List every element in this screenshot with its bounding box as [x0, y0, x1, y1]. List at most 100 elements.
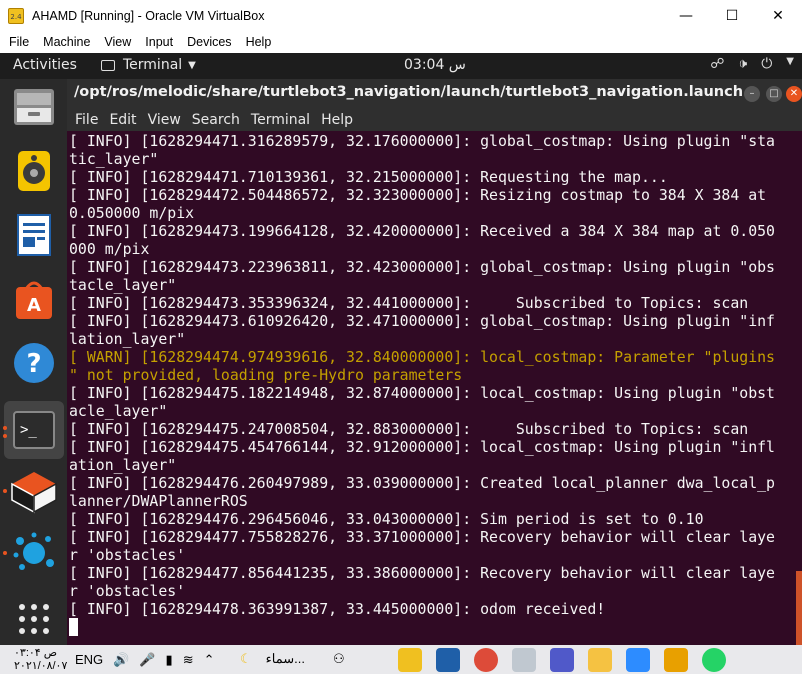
taskbar-date: ۲۰۲۱/۰۸/۰۷	[14, 660, 68, 672]
terminal-lines: [ INFO] [1628294471.316289579, 32.176000…	[69, 132, 781, 618]
whatsapp-icon[interactable]	[702, 648, 726, 672]
splash-icon[interactable]	[10, 529, 58, 577]
host-menu-bar: File Machine View Input Devices Help	[0, 31, 802, 52]
virtualbox-app-icon: 2.4	[8, 7, 24, 24]
terminal-line: [ INFO] [1628294475.454766144, 32.912000…	[69, 438, 775, 456]
terminal-line: [ INFO] [1628294476.296456046, 33.043000…	[69, 510, 704, 528]
terminal-maximize-button[interactable]: □	[766, 86, 782, 102]
gnome-top-bar: Activities Terminal ▼ 03:04 س ☍ 🕩 ⏻ ▼	[0, 53, 802, 79]
close-button[interactable]: ✕	[755, 0, 801, 31]
running-indicator	[3, 434, 7, 438]
terminal-line: lanner/DWAPlannerROS	[69, 492, 248, 510]
weather-widget[interactable]: ☾ سماء... ⚇	[240, 651, 345, 667]
people-icon: ⚇	[332, 651, 345, 666]
moon-icon: ☾	[240, 651, 252, 666]
menu-input[interactable]: Input	[145, 35, 173, 49]
host-window-title: AHAMD [Running] - Oracle VM VirtualBox	[32, 8, 265, 23]
language-indicator[interactable]: ENG	[75, 652, 103, 668]
speaker-icon[interactable]	[10, 147, 58, 195]
virtualbox-24-icon[interactable]	[398, 648, 422, 672]
terminal-scrollbar[interactable]	[796, 571, 802, 645]
host-title-bar: 2.4 AHAMD [Running] - Oracle VM VirtualB…	[0, 0, 802, 31]
volume-icon[interactable]: 🔊	[113, 652, 129, 668]
zoom-icon[interactable]	[626, 648, 650, 672]
terminal-header-bar: /opt/ros/melodic/share/turtlebot3_naviga…	[67, 79, 802, 109]
terminal-menu-bar: File Edit View Search Terminal Help	[67, 109, 802, 131]
terminal-line: [ INFO] [1628294476.260497989, 33.039000…	[69, 474, 775, 492]
minimize-button[interactable]: —	[663, 0, 709, 31]
terminal-line: [ INFO] [1628294475.247008504, 32.883000…	[69, 420, 749, 438]
menu-file[interactable]: File	[9, 35, 29, 49]
terminal-line: [ INFO] [1628294477.856441235, 33.386000…	[69, 564, 775, 582]
system-tray[interactable]: ☍ 🕩 ⏻ ▼	[710, 56, 794, 72]
power-icon: ⏻	[761, 56, 773, 72]
terminal-line: " not provided, loading pre-Hydro parame…	[69, 366, 463, 384]
svg-text:?: ?	[26, 349, 41, 379]
windows-taskbar: ۰۳:۰۴ ص ۲۰۲۱/۰۸/۰۷ ENG 🔊 🎤 ▮ ≋ ⌃ ☾ سماء.…	[0, 645, 802, 674]
terminal-line: 000 m/pix	[69, 240, 150, 258]
menu-machine[interactable]: Machine	[43, 35, 90, 49]
virtualbox-box-icon[interactable]	[10, 467, 58, 515]
svg-text:A: A	[27, 295, 41, 316]
terminal-menu-search[interactable]: Search	[192, 112, 240, 128]
file-cabinet-icon[interactable]	[10, 83, 58, 131]
terminal-line: [ INFO] [1628294473.223963811, 32.423000…	[69, 258, 775, 276]
help-icon[interactable]: ?	[10, 339, 58, 387]
virtualbox-icon[interactable]	[436, 648, 460, 672]
terminal-line: [ INFO] [1628294471.316289579, 32.176000…	[69, 132, 775, 150]
app-menu-terminal[interactable]: Terminal ▼	[101, 57, 196, 73]
text-editor-icon[interactable]	[10, 211, 58, 259]
terminal-window-title: /opt/ros/melodic/share/turtlebot3_naviga…	[74, 84, 744, 100]
terminal-menu-help[interactable]: Help	[321, 112, 353, 128]
terminal-line: 0.050000 m/pix	[69, 204, 195, 222]
battery-icon[interactable]: ▮	[166, 652, 173, 668]
terminal-menu-file[interactable]: File	[75, 112, 98, 128]
wifi-icon[interactable]: ≋	[183, 652, 194, 668]
taskbar-clock[interactable]: ۰۳:۰۴ ص ۲۰۲۱/۰۸/۰۷	[14, 647, 67, 673]
folder-icon[interactable]	[588, 648, 612, 672]
chevron-up-icon[interactable]: ⌃	[204, 652, 215, 668]
menu-view[interactable]: View	[104, 35, 131, 49]
chevron-down-icon: ▼	[188, 59, 196, 71]
terminal-close-button[interactable]: ✕	[786, 86, 802, 102]
app-v-icon[interactable]	[664, 648, 688, 672]
terminal-line: [ INFO] [1628294473.353396324, 32.441000…	[69, 294, 749, 312]
terminal-line: [ INFO] [1628294477.755828276, 33.371000…	[69, 528, 775, 546]
terminal-menu-terminal[interactable]: Terminal	[251, 112, 310, 128]
running-indicator	[3, 551, 7, 555]
terminal-minimize-button[interactable]: –	[744, 86, 760, 102]
terminal-icon[interactable]: >_	[4, 401, 64, 459]
volume-icon: 🕩	[738, 56, 748, 72]
ubuntu-dock: A ? >_	[0, 79, 67, 645]
terminal-output[interactable]: [ INFO] [1628294471.316289579, 32.176000…	[67, 131, 802, 645]
maximize-button[interactable]: ☐	[709, 0, 755, 31]
taskbar-tray: ENG 🔊 🎤 ▮ ≋ ⌃	[75, 652, 215, 668]
terminal-menu-edit[interactable]: Edit	[109, 112, 136, 128]
menu-help[interactable]: Help	[246, 35, 272, 49]
terminal-line: [ INFO] [1628294473.610926420, 32.471000…	[69, 312, 775, 330]
terminal-line: [ INFO] [1628294471.710139361, 32.215000…	[69, 168, 668, 186]
terminal-line: [ INFO] [1628294475.182214948, 32.874000…	[69, 384, 775, 402]
terminal-line: [ WARN] [1628294474.974939616, 32.840000…	[69, 348, 775, 366]
terminal-line: ation_layer"	[69, 456, 177, 474]
terminal-line: tic_layer"	[69, 150, 159, 168]
software-center-icon[interactable]: A	[10, 275, 58, 323]
svg-text:>_: >_	[20, 422, 37, 438]
top-bar-clock[interactable]: 03:04 س	[404, 57, 466, 73]
microphone-icon[interactable]: 🎤	[139, 652, 155, 668]
teams-icon[interactable]	[550, 648, 574, 672]
terminal-line: [ INFO] [1628294478.363991387, 33.445000…	[69, 600, 606, 618]
satellite-icon[interactable]	[512, 648, 536, 672]
terminal-line: acle_layer"	[69, 402, 168, 420]
activities-button[interactable]: Activities	[13, 57, 77, 73]
app-menu-label: Terminal	[123, 57, 183, 73]
menu-devices[interactable]: Devices	[187, 35, 231, 49]
apps-grid-icon[interactable]	[10, 595, 58, 643]
terminal-small-icon	[101, 59, 115, 71]
terminal-menu-view[interactable]: View	[148, 112, 181, 128]
taskbar-apps	[398, 648, 726, 672]
running-indicator	[3, 426, 7, 430]
terminal-line: tacle_layer"	[69, 276, 177, 294]
weather-text: سماء...	[265, 651, 305, 666]
chrome-icon[interactable]	[474, 648, 498, 672]
